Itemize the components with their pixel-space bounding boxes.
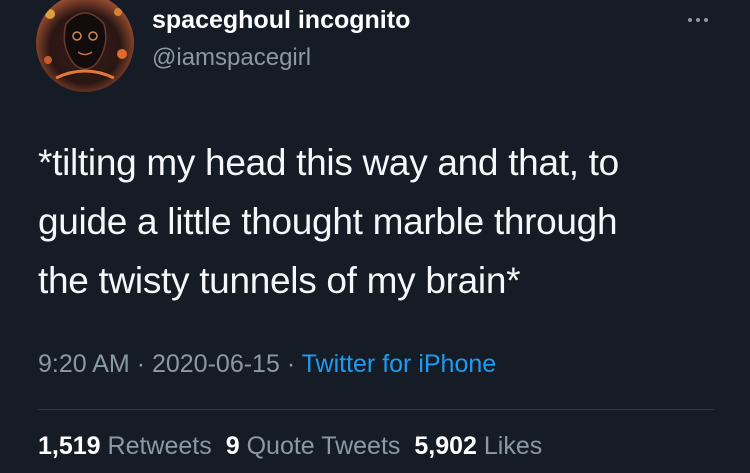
avatar-image — [36, 0, 134, 92]
tweet-text: *tilting my head this way and that, to g… — [38, 133, 728, 310]
tweet-metadata: 9:20 AM · 2020-06-15 · Twitter for iPhon… — [38, 350, 496, 379]
more-horizontal-icon — [688, 18, 692, 22]
meta-separator: · — [286, 350, 296, 378]
likes-label: Likes — [483, 432, 543, 460]
retweets-label: Retweets — [107, 432, 212, 460]
quote-tweets-label: Quote Tweets — [246, 432, 401, 460]
retweets-stat[interactable]: 1,519 Retweets — [38, 432, 212, 460]
tweet-source-link[interactable]: Twitter for iPhone — [302, 350, 497, 378]
tweet-time[interactable]: 9:20 AM — [38, 350, 130, 378]
tweet-text-line: *tilting my head this way and that, to — [38, 142, 619, 183]
author-handle[interactable]: @iamspacegirl — [152, 44, 311, 72]
likes-stat[interactable]: 5,902 Likes — [414, 432, 542, 460]
quote-tweets-stat[interactable]: 9 Quote Tweets — [226, 432, 401, 460]
likes-count: 5,902 — [414, 432, 477, 460]
tweet-text-line: guide a little thought marble through — [38, 201, 618, 242]
avatar[interactable] — [36, 0, 134, 92]
retweets-count: 1,519 — [38, 432, 101, 460]
more-horizontal-icon — [696, 18, 700, 22]
quote-tweets-count: 9 — [225, 432, 240, 460]
tweet-text-line: the twisty tunnels of my brain* — [38, 260, 521, 301]
divider — [38, 409, 714, 410]
more-options-button[interactable] — [680, 8, 716, 32]
tweet-date[interactable]: 2020-06-15 — [152, 350, 280, 378]
meta-separator: · — [136, 350, 146, 378]
more-horizontal-icon — [704, 18, 708, 22]
tweet-card: spaceghoul incognito @iamspacegirl *tilt… — [0, 0, 750, 473]
author-display-name[interactable]: spaceghoul incognito — [152, 6, 410, 35]
engagement-stats: 1,519 Retweets 9 Quote Tweets 5,902 Likes — [38, 432, 542, 461]
